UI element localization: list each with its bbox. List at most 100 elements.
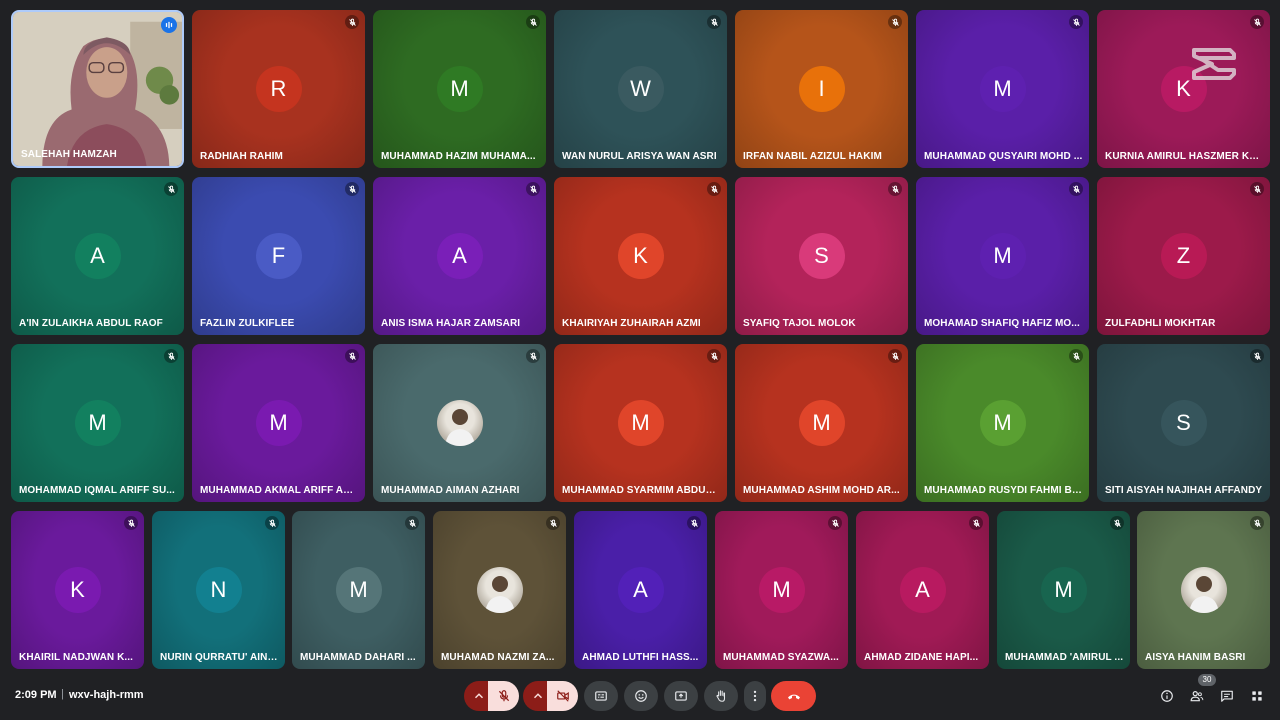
participant-initial-avatar: M [979, 66, 1026, 112]
participant-tile[interactable]: M MUHAMMAD RUSYDI FAHMI BI... [916, 344, 1089, 502]
mic-off-icon [1069, 349, 1083, 363]
participant-tile[interactable]: M MUHAMMAD AKMAL ARIFF AB... [192, 344, 365, 502]
participant-tile[interactable]: M MUHAMMAD 'AMIRUL ... [997, 511, 1130, 669]
people-count-badge: 30 [1198, 674, 1216, 686]
chevron-up-icon [474, 693, 484, 699]
mic-off-icon [526, 15, 540, 29]
mic-off-icon [526, 349, 540, 363]
more-options-button[interactable] [744, 681, 766, 711]
participant-name: MUHAMMAD ASHIM MOHD AR... [743, 485, 900, 496]
participant-tile[interactable]: F FAZLIN ZULKIFLEE [192, 177, 365, 335]
participant-initial-avatar: S [798, 233, 845, 279]
participant-initial-avatar: N [195, 567, 242, 613]
participant-name: AHMAD LUTHFI HASS... [582, 652, 699, 663]
mic-off-icon [888, 349, 902, 363]
participant-name: ZULFADHLI MOKHTAR [1105, 318, 1216, 329]
closed-caption-icon [595, 691, 607, 701]
microphone-toggle-button[interactable] [488, 681, 519, 711]
participant-name: MUHAMMAD RUSYDI FAHMI BI... [924, 485, 1083, 496]
participant-initial-avatar: M [436, 66, 483, 112]
participant-name: KHAIRIL NADJWAN K... [19, 652, 134, 663]
participant-tile[interactable]: W WAN NURUL ARISYA WAN ASRI [554, 10, 727, 168]
chevron-up-icon [533, 693, 543, 699]
mic-off-icon [1069, 182, 1083, 196]
clock: 2:09 PM [15, 689, 57, 701]
participant-initial-avatar: A [899, 567, 946, 613]
emoji-icon [635, 690, 647, 702]
participant-tile[interactable]: A AHMAD ZIDANE HAPI... [856, 511, 989, 669]
mic-off-icon [164, 349, 178, 363]
participant-tile[interactable]: K KHAIRIL NADJWAN K... [11, 511, 144, 669]
present-button[interactable] [664, 681, 698, 711]
raise-hand-button[interactable] [704, 681, 738, 711]
participant-tile[interactable]: A ANIS ISMA HAJAR ZAMSARI [373, 177, 546, 335]
participant-tile[interactable]: A A'IN ZULAIKHA ABDUL RAOF [11, 177, 184, 335]
participant-tile[interactable]: AISYA HANIM BASRI [1137, 511, 1270, 669]
mic-off-icon [1250, 182, 1264, 196]
participant-tile[interactable]: N NURIN QURRATU' AINI ... [152, 511, 285, 669]
participant-tile[interactable]: S SYAFIQ TAJOL MOLOK [735, 177, 908, 335]
mic-off-icon [1250, 15, 1264, 29]
mic-off-icon [124, 516, 138, 530]
mic-off-icon [345, 182, 359, 196]
participant-initial-avatar: A [436, 233, 483, 279]
participant-initial-avatar: M [1040, 567, 1087, 613]
people-icon [1190, 691, 1204, 702]
participant-tile[interactable]: M MUHAMMAD DAHARI ... [292, 511, 425, 669]
participant-tile[interactable]: S SITI AISYAH NAJIHAH AFFANDY [1097, 344, 1270, 502]
participant-tile[interactable]: M MUHAMMAD SYARMIM ABDUL ... [554, 344, 727, 502]
participant-tile[interactable]: M MUHAMMAD HAZIM MUHAMA... [373, 10, 546, 168]
mic-off-icon [707, 349, 721, 363]
mic-off-icon [1250, 516, 1264, 530]
participant-name: KURNIA AMIRUL HASZMER KU... [1105, 151, 1264, 162]
participant-name: SYAFIQ TAJOL MOLOK [743, 318, 856, 329]
participant-tile[interactable]: M MUHAMMAD QUSYAIRI MOHD ... [916, 10, 1089, 168]
participant-initial-avatar: W [617, 66, 664, 112]
activities-button[interactable] [1249, 688, 1265, 704]
self-video-tile[interactable]: SALEHAH HAMZAH [11, 10, 184, 168]
participant-tile[interactable]: Z ZULFADHLI MOKHTAR [1097, 177, 1270, 335]
participant-name: MUHAMMAD DAHARI ... [300, 652, 416, 663]
participant-tile[interactable]: M MUHAMMAD ASHIM MOHD AR... [735, 344, 908, 502]
meeting-details-button[interactable] [1159, 688, 1175, 704]
participant-photo [476, 567, 523, 613]
participant-name: MUHAMMAD QUSYAIRI MOHD ... [924, 151, 1083, 162]
mic-off-icon [707, 182, 721, 196]
participant-tile[interactable]: K KHAIRIYAH ZUHAIRAH AZMI [554, 177, 727, 335]
mic-off-icon [1069, 15, 1083, 29]
participant-name: WAN NURUL ARISYA WAN ASRI [562, 151, 717, 162]
mic-off-icon [345, 15, 359, 29]
participant-name: NURIN QURRATU' AINI ... [160, 652, 279, 663]
chat-button[interactable] [1219, 688, 1235, 704]
captions-button[interactable] [584, 681, 618, 711]
bottom-toolbar: 2:09 PM | wxv-hajh-rmm [0, 676, 1280, 720]
participant-tile[interactable]: M MOHAMMAD IQMAL ARIFF SU... [11, 344, 184, 502]
separator: | [61, 688, 64, 700]
participant-initial-avatar: I [798, 66, 845, 112]
participant-tile[interactable]: K KURNIA AMIRUL HASZMER KU... [1097, 10, 1270, 168]
camera-toggle-button[interactable] [547, 681, 578, 711]
mic-off-icon [498, 690, 509, 702]
participant-tile[interactable]: MUHAMMAD AIMAN AZHARI [373, 344, 546, 502]
mic-off-icon [687, 516, 701, 530]
participant-tile[interactable]: M MOHAMAD SHAFIQ HAFIZ MO... [916, 177, 1089, 335]
reactions-button[interactable] [624, 681, 658, 711]
participant-initial-avatar: M [255, 400, 302, 446]
participant-name: MUHAMMAD SYARMIM ABDUL ... [562, 485, 721, 496]
participant-tile[interactable]: I IRFAN NABIL AZIZUL HAKIM [735, 10, 908, 168]
meeting-code: wxv-hajh-rmm [69, 689, 144, 701]
participant-tile[interactable]: A AHMAD LUTHFI HASS... [574, 511, 707, 669]
call-end-icon [787, 694, 800, 700]
people-button[interactable] [1189, 688, 1205, 704]
participant-initial-avatar: M [798, 400, 845, 446]
participant-name: A'IN ZULAIKHA ABDUL RAOF [19, 318, 163, 329]
mic-off-icon [888, 15, 902, 29]
participant-initial-avatar: M [979, 233, 1026, 279]
participant-tile[interactable]: M MUHAMMAD SYAZWA... [715, 511, 848, 669]
participant-tile[interactable]: MUHAMAD NAZMI ZA... [433, 511, 566, 669]
participant-initial-avatar: R [255, 66, 302, 112]
leave-call-button[interactable] [771, 681, 816, 711]
mic-off-icon [707, 15, 721, 29]
participant-initial-avatar: K [54, 567, 101, 613]
participant-tile[interactable]: R RADHIAH RAHIM [192, 10, 365, 168]
